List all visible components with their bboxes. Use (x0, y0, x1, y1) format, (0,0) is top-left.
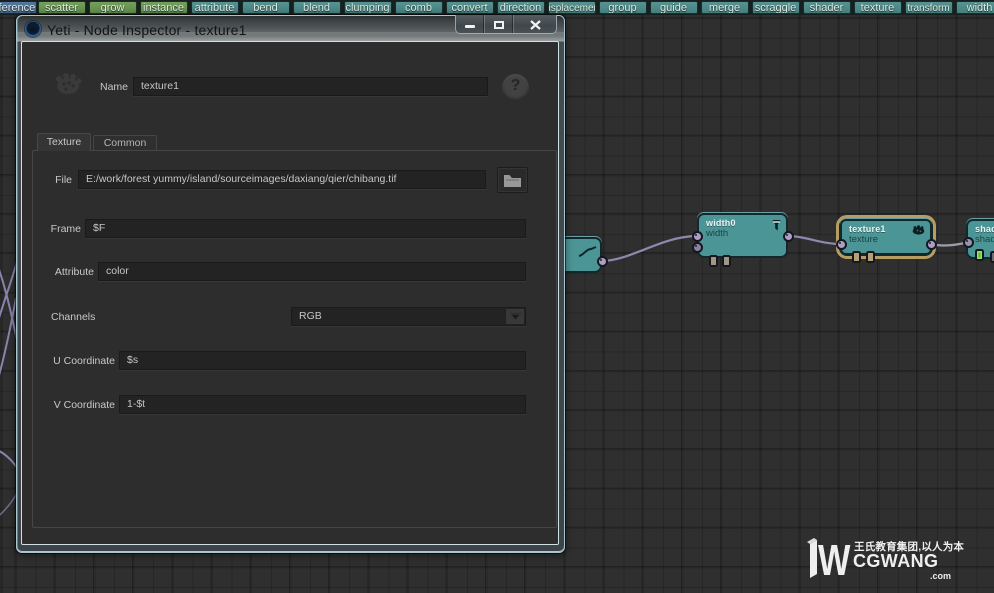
svg-text:W: W (818, 536, 851, 579)
